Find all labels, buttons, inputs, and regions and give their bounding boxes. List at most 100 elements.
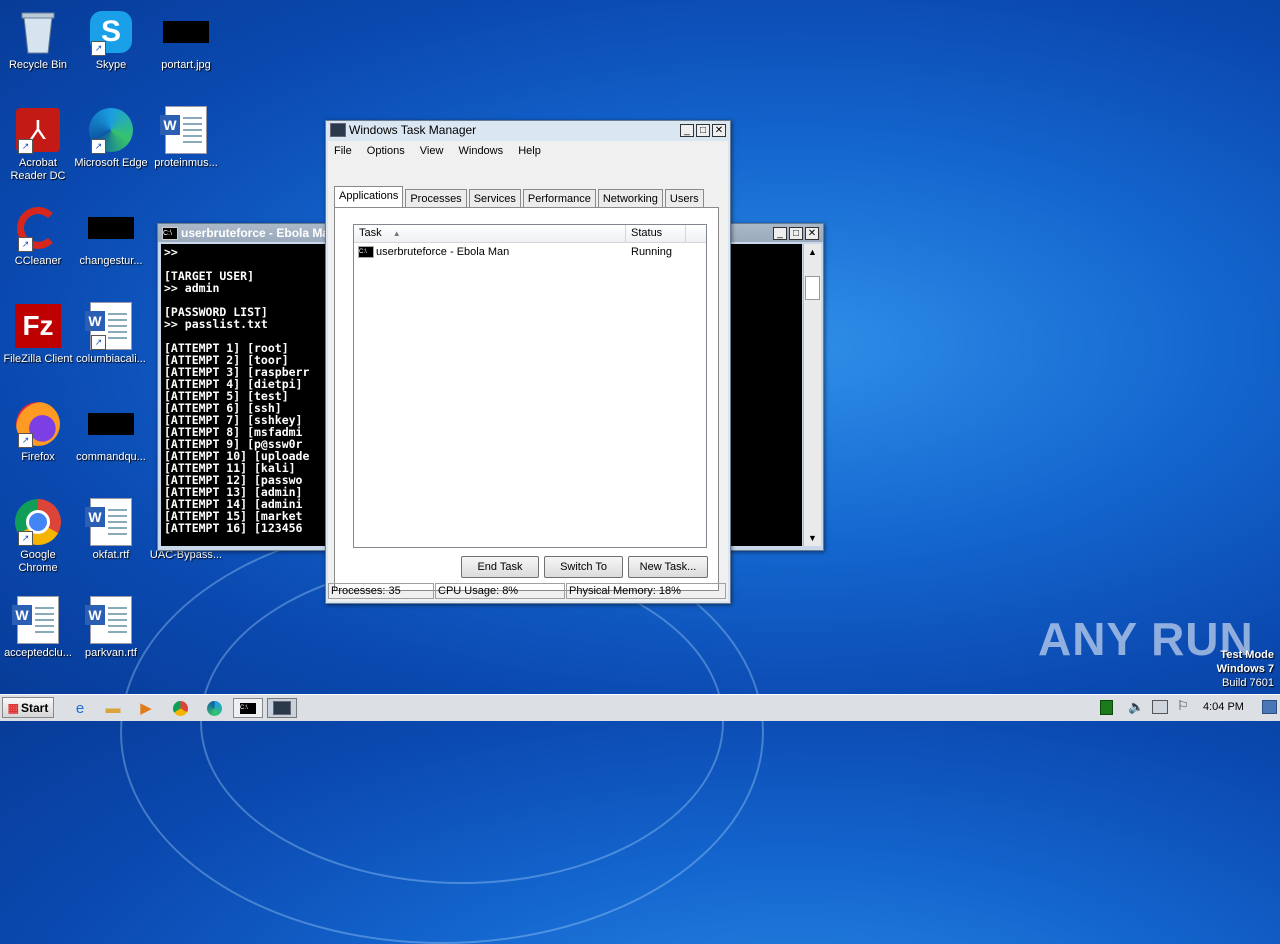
show-desktop-icon[interactable] — [1262, 700, 1277, 714]
table-row[interactable]: C:\ userbruteforce - Ebola Man Running — [354, 243, 706, 261]
maximize-button[interactable]: □ — [789, 226, 803, 240]
sort-ascending-icon: ▲ — [392, 229, 401, 238]
desktop-icon-firefox[interactable]: ↗ Firefox — [0, 400, 76, 464]
console-taskbar-button[interactable]: C:\ — [233, 698, 263, 718]
scroll-up-arrow-icon[interactable]: ▲ — [804, 244, 821, 260]
firefox-icon: ↗ — [14, 400, 62, 448]
tab-users[interactable]: Users — [664, 189, 704, 209]
desktop-icon-skype[interactable]: S ↗ Skype — [73, 8, 149, 72]
console-scrollbar[interactable]: ▲ ▼ — [803, 244, 821, 546]
taskmgr-app-icon — [330, 123, 346, 137]
desktop-icon-okfat[interactable]: W okfat.rtf — [73, 498, 149, 562]
skype-icon: S ↗ — [87, 8, 135, 56]
chrome-taskbar-icon[interactable] — [168, 698, 192, 718]
tab-applications[interactable]: Applications — [334, 186, 404, 209]
word-doc-icon: W — [160, 106, 210, 154]
word-doc-icon: W — [85, 596, 135, 644]
task-list[interactable]: Task ▲ Status C:\ userbruteforce - Ebola… — [353, 224, 707, 548]
scroll-thumb[interactable] — [805, 276, 820, 300]
desktop-icon-label: proteinmus... — [154, 157, 218, 169]
desktop-icon-edge[interactable]: ↗ Microsoft Edge — [67, 106, 155, 170]
edge-taskbar-icon[interactable] — [202, 698, 226, 718]
console-app-icon: C:\ — [358, 246, 374, 258]
tab-networking[interactable]: Networking — [597, 189, 663, 209]
menu-help[interactable]: Help — [512, 145, 547, 157]
recycle-bin-icon — [14, 8, 62, 56]
desktop-icon-label: portart.jpg — [161, 59, 211, 71]
clock[interactable]: 4:04 PM — [1203, 701, 1244, 713]
end-task-button[interactable]: End Task — [461, 556, 539, 578]
desktop-icon-changestur[interactable]: changestur... — [73, 204, 149, 268]
word-doc-icon: W — [12, 596, 62, 644]
test-mode-label: Test Mode — [1220, 649, 1274, 661]
scroll-down-arrow-icon[interactable]: ▼ — [804, 530, 821, 546]
word-doc-icon: W — [85, 498, 135, 546]
task-list-header: Task ▲ Status — [354, 225, 706, 243]
console-icon: C:\ — [162, 226, 178, 240]
close-button[interactable]: ✕ — [805, 226, 819, 240]
status-memory: Physical Memory: 18% — [566, 583, 726, 599]
menu-options[interactable]: Options — [361, 145, 411, 157]
desktop-icon-label: FileZilla Client — [3, 353, 73, 365]
desktop-icon-commandqu[interactable]: commandqu... — [73, 400, 149, 464]
desktop-icon-proteinmus[interactable]: W proteinmus... — [148, 106, 224, 170]
taskbar: ▦ Start e ▬ ▶ C:\ 🔈 ⚐ 4:04 PM — [0, 694, 1280, 721]
maximize-button[interactable]: □ — [696, 123, 710, 137]
desktop-icon-label: parkvan.rtf — [85, 647, 137, 659]
windows-logo-icon: ▦ — [7, 700, 19, 715]
media-player-icon[interactable]: ▶ — [134, 698, 158, 718]
desktop-icon-label: Skype — [95, 59, 127, 71]
new-task-button[interactable]: New Task... — [628, 556, 708, 578]
tray-app-icon[interactable] — [1100, 700, 1113, 715]
menu-file[interactable]: File — [328, 145, 358, 157]
image-file-icon — [162, 8, 210, 56]
chrome-icon: ↗ — [14, 498, 62, 546]
taskmgr-taskbar-button[interactable] — [267, 698, 297, 718]
desktop-icon-label: Acrobat Reader DC — [10, 157, 66, 182]
taskmgr-body: File Options View Windows Help Applicati… — [328, 141, 728, 601]
network-icon[interactable] — [1152, 700, 1168, 714]
desktop-icon-recycle-bin[interactable]: Recycle Bin — [0, 8, 76, 72]
ie-icon[interactable]: e — [68, 698, 92, 718]
task-status: Running — [631, 246, 672, 258]
desktop-icon-label: acceptedclu... — [4, 647, 72, 659]
action-center-flag-icon[interactable]: ⚐ — [1177, 698, 1189, 714]
edge-icon: ↗ — [87, 106, 135, 154]
column-header-task[interactable]: Task ▲ — [354, 225, 626, 242]
start-button[interactable]: ▦ Start — [2, 697, 54, 718]
close-button[interactable]: ✕ — [712, 123, 726, 137]
minimize-button[interactable]: _ — [773, 226, 787, 240]
column-header-status[interactable]: Status — [626, 225, 686, 242]
tab-performance[interactable]: Performance — [522, 189, 596, 209]
switch-to-button[interactable]: Switch To — [544, 556, 623, 578]
menu-view[interactable]: View — [414, 145, 450, 157]
ccleaner-icon: ↗ — [14, 204, 62, 252]
explorer-folder-icon[interactable]: ▬ — [101, 698, 125, 718]
build-label: Build 7601 — [1222, 677, 1274, 689]
desktop-icon-portart[interactable]: portart.jpg — [148, 8, 224, 72]
image-file-icon — [87, 400, 135, 448]
menu-windows[interactable]: Windows — [453, 145, 510, 157]
image-file-icon — [87, 204, 135, 252]
task-cell: C:\ userbruteforce - Ebola Man — [354, 246, 626, 258]
acrobat-icon: ⅄ ↗ — [14, 106, 62, 154]
desktop-icon-parkvan[interactable]: W parkvan.rtf — [73, 596, 149, 660]
desktop-icon-columbiacali[interactable]: W ↗ columbiacali... — [73, 302, 149, 366]
tab-strip: Applications Processes Services Performa… — [334, 186, 706, 209]
volume-icon[interactable]: 🔈 — [1128, 699, 1144, 715]
desktop-icon-ccleaner[interactable]: ↗ CCleaner — [0, 204, 76, 268]
desktop-icon-acrobat[interactable]: ⅄ ↗ Acrobat Reader DC — [0, 106, 76, 183]
menubar: File Options View Windows Help — [328, 145, 547, 157]
minimize-button[interactable]: _ — [680, 123, 694, 137]
task-manager-window[interactable]: Windows Task Manager _ □ ✕ File Options … — [325, 120, 731, 604]
column-task-label: Task — [359, 227, 382, 239]
taskmgr-titlebar[interactable]: Windows Task Manager _ □ ✕ — [326, 121, 730, 139]
desktop-icon-filezilla[interactable]: Fz FileZilla Client — [0, 302, 76, 366]
desktop-icon-acceptedclu[interactable]: W acceptedclu... — [0, 596, 76, 660]
task-name: userbruteforce - Ebola Man — [376, 246, 510, 258]
windows-version-label: Windows 7 — [1216, 663, 1274, 675]
tab-processes[interactable]: Processes — [405, 189, 467, 209]
start-label: Start — [21, 700, 49, 715]
desktop-icon-chrome[interactable]: ↗ Google Chrome — [0, 498, 76, 575]
tab-services[interactable]: Services — [468, 189, 521, 209]
